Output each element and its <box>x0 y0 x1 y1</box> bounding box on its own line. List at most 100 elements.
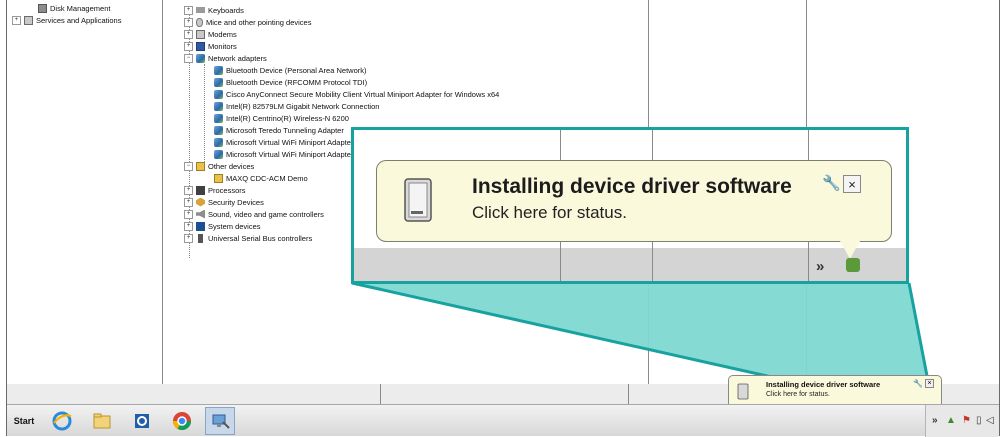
battery-icon[interactable]: ▯ <box>976 415 982 426</box>
tree-item-label: Sound, video and game controllers <box>208 209 324 219</box>
notification-subtitle: Click here for status. <box>472 203 627 222</box>
tree-item-label: System devices <box>208 221 261 231</box>
expand-icon[interactable]: + <box>184 41 193 51</box>
tree-item-label: Other devices <box>208 161 255 171</box>
device-install-icon[interactable]: ▲ <box>946 415 956 426</box>
device-install-icon[interactable] <box>846 258 860 272</box>
network-adapter-icon <box>214 125 223 135</box>
expand-icon[interactable]: + <box>184 221 193 231</box>
flag-icon[interactable]: ⚑ <box>962 415 971 426</box>
chevron-up-icon[interactable]: » <box>816 258 824 275</box>
tree-item-keyboards[interactable]: + Keyboards <box>184 4 244 16</box>
network-adapter-icon <box>214 89 223 99</box>
device-drive-icon <box>404 178 432 222</box>
tree-item-mice[interactable]: + Mice and other pointing devices <box>184 16 311 28</box>
chrome-button[interactable] <box>167 407 197 435</box>
security-icon <box>196 197 205 207</box>
internet-explorer-button[interactable] <box>47 407 77 435</box>
disk-icon <box>38 3 47 13</box>
tree-item-label: Modems <box>208 29 237 39</box>
tree-item-label: Bluetooth Device (Personal Area Network) <box>226 65 367 75</box>
collapse-icon[interactable]: − <box>184 161 193 171</box>
wrench-icon: 🔧 <box>822 175 841 192</box>
tree-item-network-adapter[interactable]: Bluetooth Device (Personal Area Network) <box>214 64 366 76</box>
tree-item-security-devices[interactable]: + Security Devices <box>184 196 264 208</box>
chevron-up-icon[interactable]: » <box>932 415 938 426</box>
tree-item-maxq-cdc-acm-demo[interactable]: MAXQ CDC-ACM Demo <box>214 172 308 184</box>
network-adapter-icon <box>214 149 223 159</box>
tree-item-monitors[interactable]: + Monitors <box>184 40 237 52</box>
tree-item-label: MAXQ CDC-ACM Demo <box>226 173 308 183</box>
status-divider <box>628 384 629 404</box>
tree-item-label: Cisco AnyConnect Secure Mobility Client … <box>226 89 500 99</box>
tree-item-label: Processors <box>208 185 246 195</box>
tree-item-label: Services and Applications <box>36 15 122 25</box>
tree-item-network-adapters[interactable]: − Network adapters <box>184 52 267 64</box>
tree-item-services-and-applications[interactable]: + Services and Applications <box>12 14 121 26</box>
notification-subtitle: Click here for status. <box>766 391 830 398</box>
notification-title: Installing device driver software <box>766 380 881 389</box>
expand-icon[interactable]: + <box>184 29 193 39</box>
tree-item-network-adapter[interactable]: Microsoft Virtual WiFi Miniport Adapter <box>214 148 353 160</box>
services-icon <box>24 15 33 25</box>
tree-item-processors[interactable]: + Processors <box>184 184 246 196</box>
tree-item-label: Keyboards <box>208 5 244 15</box>
internet-explorer-icon <box>52 411 72 431</box>
expand-icon[interactable]: + <box>184 185 193 195</box>
tree-item-label: Disk Management <box>50 3 111 13</box>
processor-icon <box>196 185 205 195</box>
speaker-icon[interactable]: ◁ <box>986 415 994 426</box>
device-manager-icon <box>212 414 230 429</box>
device-manager-button[interactable] <box>205 407 235 435</box>
collapse-icon[interactable]: − <box>184 53 193 63</box>
tree-item-label: Bluetooth Device (RFCOMM Protocol TDI) <box>226 77 368 87</box>
outlook-button[interactable] <box>127 407 157 435</box>
warning-device-icon <box>214 173 223 183</box>
tree-item-usb-controllers[interactable]: + Universal Serial Bus controllers <box>184 232 312 244</box>
tree-item-label: Mice and other pointing devices <box>206 17 312 27</box>
tree-item-network-adapter[interactable]: Intel(R) Centrino(R) Wireless-N 6200 <box>214 112 349 124</box>
expand-icon[interactable]: + <box>184 17 193 27</box>
expand-icon[interactable]: + <box>12 15 21 25</box>
tree-item-network-adapter[interactable]: Bluetooth Device (RFCOMM Protocol TDI) <box>214 76 367 88</box>
tree-item-other-devices[interactable]: − Other devices <box>184 160 254 172</box>
network-adapter-icon <box>214 101 223 111</box>
close-button[interactable]: × <box>925 379 934 388</box>
modem-icon <box>196 29 205 39</box>
outlook-icon <box>135 414 149 428</box>
pane-splitter[interactable] <box>162 0 163 392</box>
system-tray: » ▲ ⚑ ▯ ◁ <box>925 405 999 437</box>
status-divider <box>380 384 381 404</box>
expand-icon[interactable]: + <box>184 233 193 243</box>
tree-item-network-adapter[interactable]: Intel(R) 82579LM Gigabit Network Connect… <box>214 100 379 112</box>
notification-balloon-zoomed[interactable]: Installing device driver software Click … <box>376 160 892 242</box>
start-button[interactable]: Start <box>10 411 38 431</box>
tree-item-modems[interactable]: + Modems <box>184 28 237 40</box>
keyboard-icon <box>196 7 205 13</box>
speaker-icon <box>196 209 205 219</box>
tree-item-network-adapter[interactable]: Microsoft Virtual WiFi Miniport Adapter <box>214 136 353 148</box>
balloon-tail <box>840 241 860 259</box>
tree-item-system-devices[interactable]: + System devices <box>184 220 261 232</box>
tree-item-network-adapter[interactable]: Microsoft Teredo Tunneling Adapter <box>214 124 344 136</box>
usb-icon <box>198 233 203 243</box>
monitor-icon <box>196 41 205 51</box>
close-button[interactable]: × <box>843 175 861 193</box>
tree-item-sound-video-game[interactable]: + Sound, video and game controllers <box>184 208 324 220</box>
tree-item-label: Microsoft Virtual WiFi Miniport Adapter <box>226 149 354 159</box>
device-drive-icon <box>737 383 749 400</box>
network-adapter-icon <box>196 53 205 63</box>
network-adapter-icon <box>214 77 223 87</box>
tree-item-network-adapter[interactable]: Cisco AnyConnect Secure Mobility Client … <box>214 88 499 100</box>
expand-icon[interactable]: + <box>184 197 193 207</box>
expand-icon[interactable]: + <box>184 209 193 219</box>
zoom-callout: Installing device driver software Click … <box>351 127 909 284</box>
system-icon <box>196 221 205 231</box>
network-adapter-icon <box>214 113 223 123</box>
mouse-icon <box>196 17 203 27</box>
file-explorer-button[interactable] <box>87 407 117 435</box>
expand-icon[interactable]: + <box>184 5 193 15</box>
tree-item-disk-management[interactable]: Disk Management <box>38 2 110 14</box>
network-adapter-icon <box>214 65 223 75</box>
taskbar: Start » ▲ ⚑ ▯ ◁ <box>7 404 999 437</box>
